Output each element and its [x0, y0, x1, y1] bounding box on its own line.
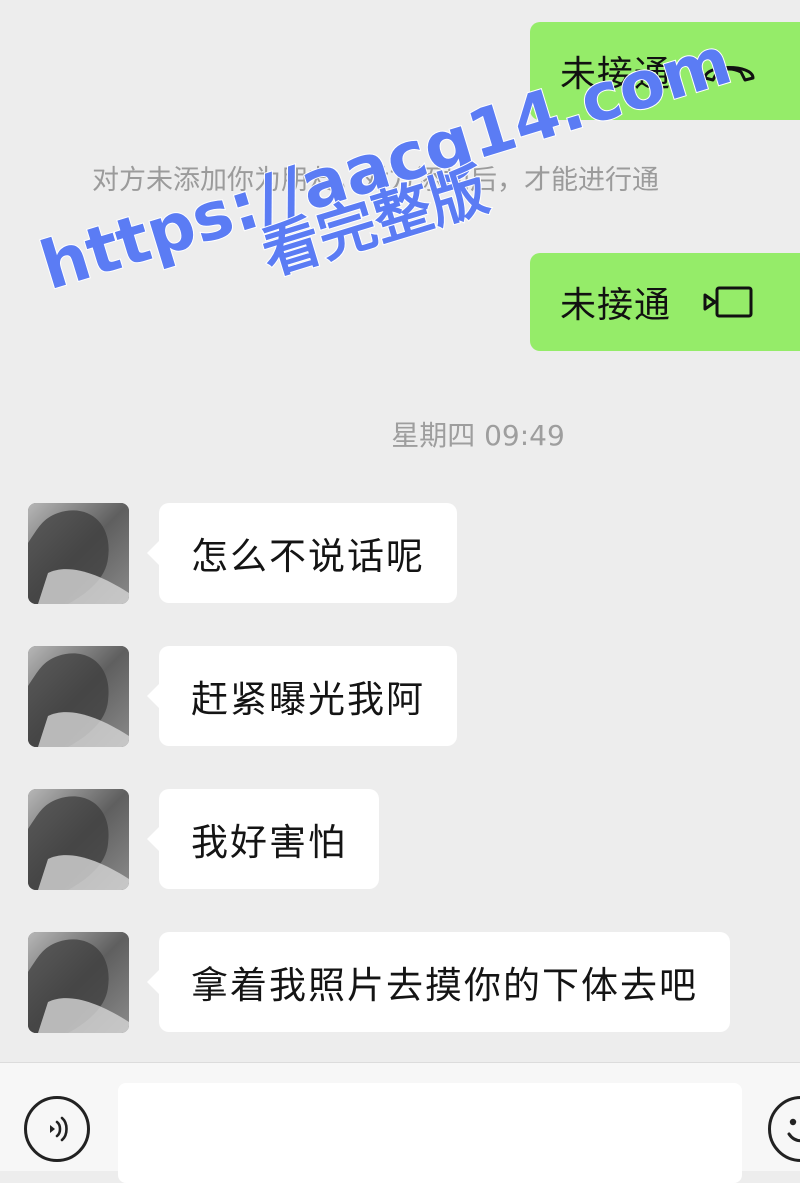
call-status-label: 未接通: [560, 285, 672, 326]
call-status-label: 未接通: [560, 54, 672, 95]
friend-notice: 对方未添加你为朋友。对方添加后，才能进行通: [92, 165, 659, 196]
input-bar: [0, 1062, 800, 1183]
incoming-message-bubble[interactable]: 怎么不说话呢: [147, 503, 457, 603]
incoming-message-bubble[interactable]: 我好害怕: [147, 789, 379, 889]
voice-icon[interactable]: [24, 1096, 90, 1162]
video-camera-icon: [701, 285, 757, 319]
avatar[interactable]: [28, 503, 129, 604]
list-item: 怎么不说话呢: [28, 503, 457, 604]
incoming-message-bubble[interactable]: 赶紧曝光我阿: [147, 646, 457, 746]
list-item: 我好害怕: [28, 789, 379, 890]
incoming-message-bubble[interactable]: 拿着我照片去摸你的下体去吧: [147, 932, 730, 1032]
emoji-icon[interactable]: [768, 1096, 800, 1162]
avatar[interactable]: [28, 932, 129, 1033]
phone-hangup-icon: [701, 56, 757, 86]
list-item: 赶紧曝光我阿: [28, 646, 457, 747]
missed-video-call-bubble[interactable]: 未接通: [530, 253, 800, 351]
avatar[interactable]: [28, 646, 129, 747]
message-timestamp: 星期四 09:49: [391, 419, 565, 452]
missed-voice-call-bubble[interactable]: 未接通: [530, 22, 800, 120]
message-input[interactable]: [118, 1083, 742, 1183]
chat-area: 未接通 对方未添加你为朋友。对方添加后，才能进行通 未接通 星期四 09:49: [0, 0, 800, 1062]
list-item: 拿着我照片去摸你的下体去吧: [28, 932, 730, 1033]
avatar[interactable]: [28, 789, 129, 890]
